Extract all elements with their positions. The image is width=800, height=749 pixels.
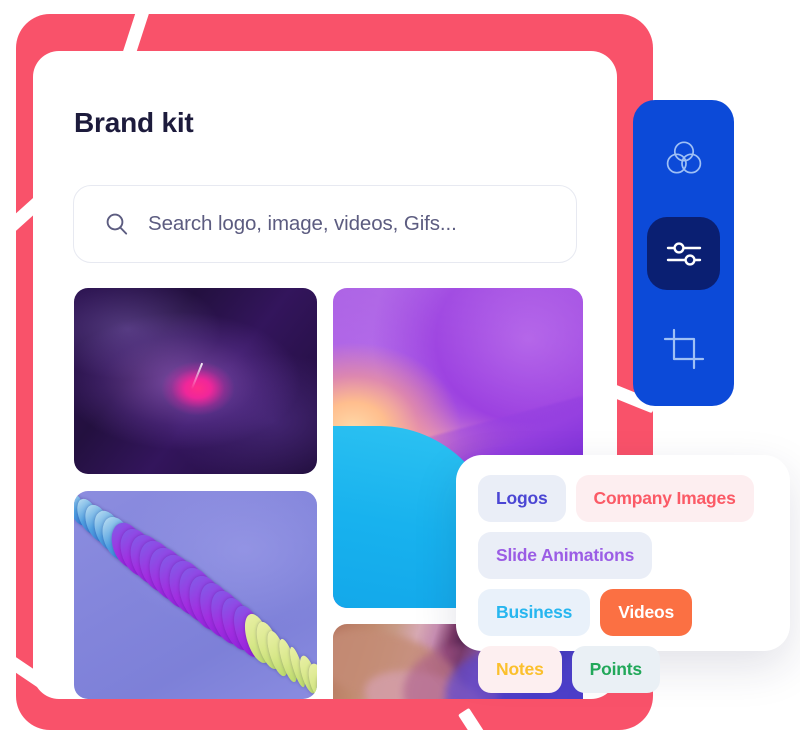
- search-input[interactable]: Search logo, image, videos, Gifs...: [73, 185, 577, 263]
- color-circles-button[interactable]: [647, 122, 720, 195]
- chip-business[interactable]: Business: [478, 589, 591, 636]
- aurora-gradient-thumbnail[interactable]: [74, 288, 317, 474]
- search-placeholder-text: Search logo, image, videos, Gifs...: [148, 212, 457, 235]
- helix-discs-thumbnail[interactable]: [74, 491, 317, 699]
- chip-logos[interactable]: Logos: [478, 475, 566, 522]
- chip-videos[interactable]: Videos: [600, 589, 693, 636]
- light-streak: [190, 363, 203, 390]
- chip-points[interactable]: Points: [571, 646, 660, 693]
- decorative-slash-bottom-right: [457, 707, 520, 749]
- chip-notes[interactable]: Notes: [478, 646, 562, 693]
- crop-button[interactable]: [647, 312, 720, 385]
- edit-toolbar: [633, 100, 734, 406]
- sliders-icon: [663, 233, 705, 275]
- screenshot-stage: Brand kit Search logo, image, videos, Gi…: [0, 0, 800, 749]
- page-title: Brand kit: [74, 107, 194, 138]
- search-icon: [104, 211, 130, 237]
- crop-icon: [661, 326, 707, 372]
- category-chips-panel: Logos Company Images Slide Animations Busin…: [456, 455, 790, 693]
- chip-company-images[interactable]: Company Images: [575, 475, 754, 522]
- chip-slide-animations[interactable]: Slide Animations: [478, 532, 653, 579]
- color-circles-icon: [661, 136, 707, 182]
- adjustments-button[interactable]: [647, 217, 720, 290]
